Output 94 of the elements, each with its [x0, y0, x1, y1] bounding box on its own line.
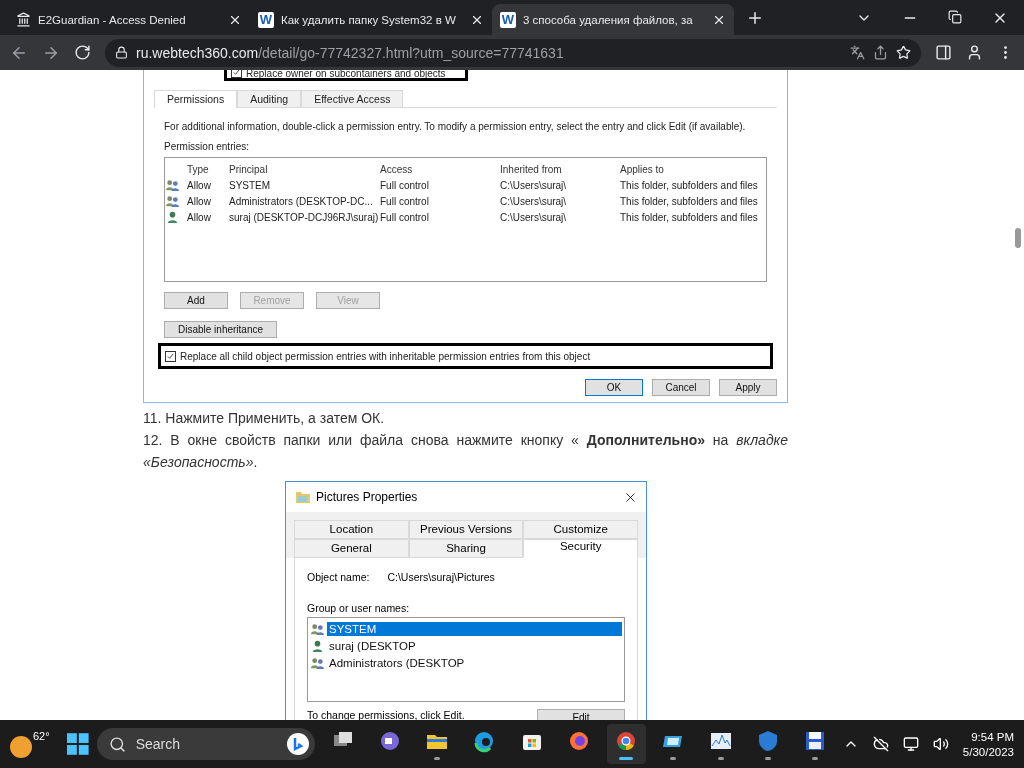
table-cell: suraj (DESKTOP-DCJ96RJ\suraj): [229, 211, 380, 223]
camera-chat-icon: [380, 731, 399, 750]
checkbox[interactable]: [231, 70, 242, 78]
column-header[interactable]: Inherited from: [500, 163, 620, 175]
list-item[interactable]: Administrators (DESKTOP: [327, 655, 467, 670]
table-cell-text: Allow: [187, 211, 212, 223]
dialog-tab[interactable]: Customize: [523, 520, 638, 539]
table-cell-text: Allow: [187, 179, 212, 191]
clock-date[interactable]: 5/30/2023: [962, 745, 1014, 758]
folder-icon: [296, 491, 310, 503]
lock-icon: [115, 46, 128, 59]
edge-icon: [474, 731, 494, 752]
object-path: C:\Users\suraj\Pictures: [387, 571, 495, 583]
cloud-off-icon[interactable]: [872, 736, 889, 752]
users-icon: [310, 655, 325, 670]
option-label: Replace all child object permission entries with inheritable permission entries from this object: [180, 350, 591, 362]
windows-start-icon[interactable]: [67, 733, 89, 755]
w-logo-icon: W: [258, 11, 274, 28]
dialog-tab[interactable]: Auditing: [237, 90, 302, 107]
step-text: 12. В окне свойств папки или файла снова нажмите кнопку « Дополнительно» на вкладке «Безопасность».: [143, 431, 788, 472]
profile-icon[interactable]: [966, 44, 983, 61]
column-header[interactable]: Applies to: [620, 163, 766, 175]
list-label: Group or user names:: [307, 602, 411, 614]
table-cell-text: SYSTEM: [229, 179, 272, 191]
scrollbar-thumb[interactable]: [1015, 228, 1021, 248]
column-header[interactable]: Principal: [229, 163, 380, 175]
browser-tab[interactable]: W 3 способа удаления файлов, за: [492, 4, 734, 35]
task-view-icon: [333, 731, 352, 746]
column-header[interactable]: Access: [380, 163, 500, 175]
list-item[interactable]: suraj (DESKTOP: [327, 638, 418, 653]
users-icon: [165, 194, 180, 208]
dialog-button[interactable]: OK: [585, 379, 643, 396]
tablet-icon: [663, 735, 683, 747]
restore-icon[interactable]: [948, 9, 962, 24]
w-logo-icon: W: [500, 11, 516, 28]
users-icon: [165, 178, 180, 192]
fox-globe-icon: [569, 731, 588, 750]
table-cell-text: C:\Users\suraj\: [500, 179, 568, 191]
users-icon: [310, 621, 325, 636]
bing-icon[interactable]: [286, 733, 309, 755]
folder-icon: [427, 734, 448, 749]
table-cell-text: This folder, subfolders and files: [620, 211, 759, 223]
network-icon[interactable]: [902, 736, 919, 752]
browser-tab[interactable]: W Как удалить папку System32 в W: [250, 4, 492, 35]
dialog-tab[interactable]: Permissions: [154, 90, 238, 108]
table-cell-text: C:\Users\suraj\: [500, 211, 568, 223]
share-icon[interactable]: [873, 45, 888, 60]
side-panel-icon[interactable]: [935, 44, 952, 61]
user-icon: [310, 638, 325, 653]
table-cell-text: This folder, subfolders and files: [620, 195, 759, 207]
dialog-button[interactable]: Cancel: [652, 379, 710, 396]
volume-icon[interactable]: [932, 736, 949, 752]
checkbox[interactable]: [165, 350, 176, 362]
dialog-tab[interactable]: Security: [523, 539, 638, 558]
column-header[interactable]: Type: [187, 163, 229, 175]
dialog-tab[interactable]: Location: [294, 520, 409, 539]
dialog-tab[interactable]: General: [294, 539, 409, 558]
browser-tab[interactable]: E2Guardian - Access Denied: [8, 4, 250, 35]
list-item[interactable]: SYSTEM: [327, 621, 622, 636]
clock-time[interactable]: 9:54 PM: [971, 730, 1014, 743]
chrome-icon: [617, 731, 636, 750]
chart-window-icon: [710, 732, 731, 749]
table-cell-text: Administrators (DESKTOP-DC...: [229, 195, 374, 207]
dialog-tab[interactable]: Sharing: [408, 539, 524, 558]
list-label: Permission entries:: [164, 141, 251, 152]
shield-icon: [758, 730, 777, 751]
table-cell-text: Full control: [380, 211, 430, 223]
info-text: For additional information, double-click a permission entry. To modify a permission entry, select the entry and click Edit (if available).: [164, 121, 747, 132]
temperature: 62°: [33, 730, 50, 742]
disable-inheritance-button[interactable]: Disable inheritance: [164, 321, 277, 338]
user-icon: [165, 210, 180, 224]
search-field[interactable]: Search: [96, 728, 315, 760]
table-cell-text: Allow: [187, 195, 212, 207]
table-cell-text: Full control: [380, 179, 430, 191]
dialog-tab[interactable]: Previous Versions: [408, 520, 524, 539]
taskbar-app[interactable]: [606, 724, 646, 764]
translate-icon[interactable]: [850, 45, 865, 60]
dialog-button[interactable]: Apply: [719, 379, 777, 396]
field-label: Object name:: [307, 571, 370, 583]
table-cell-text: Full control: [380, 195, 430, 207]
bookmark-star-icon[interactable]: [896, 45, 911, 60]
dialog-tab[interactable]: Effective Access: [301, 90, 404, 107]
dialog-title: Pictures Properties: [316, 490, 419, 504]
table-cell-text: This folder, subfolders and files: [620, 179, 759, 191]
address-field[interactable]: ru.webtech360.com/detail/go-77742327.html?utm_source=77741631: [105, 38, 921, 67]
weather-sun-icon[interactable]: [10, 736, 32, 758]
step-text: 11. Нажмите Применить, а затем ОК.: [143, 409, 386, 428]
search-icon: [108, 735, 126, 753]
store-icon: [522, 734, 541, 750]
reload-icon[interactable]: [74, 44, 91, 61]
museum-icon: [16, 12, 31, 27]
table-cell-text: C:\Users\suraj\: [500, 195, 568, 207]
dialog-button[interactable]: Add: [164, 292, 228, 309]
edit-button[interactable]: Edit: [537, 709, 625, 720]
